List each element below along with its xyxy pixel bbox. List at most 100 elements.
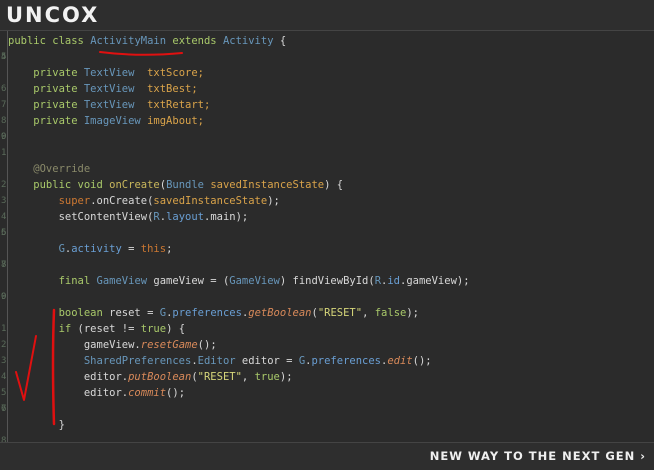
code-token: ) { <box>324 179 344 191</box>
code-line: 4 public class ActivityMain extends Acti… <box>0 33 654 62</box>
code-token: this <box>140 243 167 255</box>
code-line: 3 public void onCreate(Bundle savedInsta… <box>0 177 654 206</box>
line-number: 0 <box>1 132 7 142</box>
code-token: gameView. <box>8 339 141 351</box>
code-token: true <box>140 323 167 335</box>
code-token: (); <box>197 339 217 351</box>
code-token: public class <box>8 35 91 47</box>
code-token: resetGame <box>140 339 198 351</box>
code-token: ); <box>279 371 293 383</box>
code-token: ActivityMain <box>90 35 167 47</box>
code-token: private <box>8 99 84 111</box>
code-token: getBoolean <box>248 307 312 319</box>
code-line: 5 <box>0 49 654 65</box>
code-token: .gameView); <box>400 275 470 287</box>
code-token: commit <box>128 387 167 399</box>
code-token: true <box>254 371 280 383</box>
code-line: 3 gameView.resetGame(); <box>0 337 654 366</box>
code-line: 9 private ImageView imgAbout; <box>0 113 654 142</box>
code-token: false <box>374 307 407 319</box>
code-token: , <box>362 307 375 319</box>
code-line: 6 editor.commit(); <box>0 385 654 414</box>
code-token: (); <box>412 355 432 367</box>
code-line: 6 private TextView txtScore; <box>0 65 654 94</box>
code-line: 7 private TextView txtBest; <box>0 81 654 110</box>
code-token: private <box>8 83 84 95</box>
code-token: ) { <box>166 323 186 335</box>
code-line: 1 <box>0 145 654 161</box>
code-token: edit <box>387 355 413 367</box>
code-token: ) findViewById( <box>279 275 375 287</box>
code-line: 7 <box>0 401 654 417</box>
code-token: @Override <box>8 163 91 175</box>
code-line: 2 @Override <box>0 161 654 190</box>
code-token: boolean <box>8 307 103 319</box>
code-token: (); <box>166 387 186 399</box>
code-token: TextView <box>83 67 135 79</box>
code-token: "RESET" <box>317 307 363 319</box>
code-token: .main); <box>204 211 249 223</box>
top-bar: UNCOX <box>0 0 654 30</box>
code-token: TextView <box>83 99 135 111</box>
code-line: 7 G.activity = this; <box>0 241 654 270</box>
code-line: 0 <box>0 129 654 145</box>
code-line: 4 SharedPreferences.Editor editor = G.pr… <box>0 353 654 382</box>
code-line: 5 setContentView(R.layout.main); <box>0 209 654 238</box>
code-token: editor. <box>8 387 129 399</box>
code-token: onCreate <box>109 179 160 191</box>
code-line: 1 boolean reset = G.preferences.getBoole… <box>0 305 654 334</box>
site-logo: UNCOX <box>6 3 100 27</box>
code-token: GameView <box>96 275 148 287</box>
code-token: editor = <box>235 355 299 367</box>
footer-tagline-link[interactable]: NEW WAY TO THE NEXT GEN › <box>430 449 646 463</box>
code-token: txtRetart; <box>134 99 211 111</box>
code-token: activity <box>71 243 122 255</box>
code-token: GameView <box>229 275 280 287</box>
code-token: ; <box>166 243 173 255</box>
code-token: txtBest; <box>134 83 198 95</box>
code-token: = <box>121 243 141 255</box>
line-number: 8 <box>1 260 7 270</box>
code-token: Editor <box>197 355 236 367</box>
code-token: imgAbout; <box>140 115 204 127</box>
line-number: 0 <box>1 292 7 302</box>
code-token: { <box>273 35 287 47</box>
code-line: 9 final GameView gameView = (GameView) f… <box>0 273 654 302</box>
code-token: layout <box>166 211 204 223</box>
line-number: 7 <box>1 404 7 414</box>
code-line: 0 <box>0 289 654 305</box>
code-token: savedInstanceState <box>204 179 325 191</box>
code-token: "RESET" <box>197 371 242 383</box>
code-token: .onCreate( <box>90 195 154 207</box>
code-token: preferences <box>172 307 242 319</box>
code-token: savedInstanceState <box>153 195 268 207</box>
code-token: txtScore; <box>134 67 204 79</box>
code-line: 4 super.onCreate(savedInstanceState); <box>0 193 654 222</box>
code-token: gameView = ( <box>147 275 230 287</box>
code-token: (reset != <box>71 323 141 335</box>
code-token: public void <box>8 179 110 191</box>
code-token: private <box>8 115 84 127</box>
code-line: 8 private TextView txtRetart; <box>0 97 654 126</box>
code-token: TextView <box>83 83 135 95</box>
code-token: if <box>8 323 72 335</box>
code-line: 5 editor.putBoolean("RESET", true); <box>0 369 654 398</box>
code-line: 2 if (reset != true) { <box>0 321 654 350</box>
line-number: 1 <box>1 148 7 158</box>
code-token: ImageView <box>83 115 141 127</box>
code-editor: 4 public class ActivityMain extends Acti… <box>0 30 654 443</box>
code-token: private <box>8 67 84 79</box>
code-token: } <box>8 419 65 431</box>
code-token: Bundle <box>166 179 204 191</box>
code-token: ); <box>406 307 419 319</box>
code-token: putBoolean <box>128 371 192 383</box>
code-token: ); <box>267 195 280 207</box>
footer-bar: NEW WAY TO THE NEXT GEN › <box>0 442 654 470</box>
line-number: 6 <box>1 228 7 238</box>
code-token: extends <box>166 35 223 47</box>
code-token: SharedPreferences <box>83 355 192 367</box>
code-token: Activity <box>222 35 274 47</box>
code-line: 8 } <box>0 417 654 443</box>
